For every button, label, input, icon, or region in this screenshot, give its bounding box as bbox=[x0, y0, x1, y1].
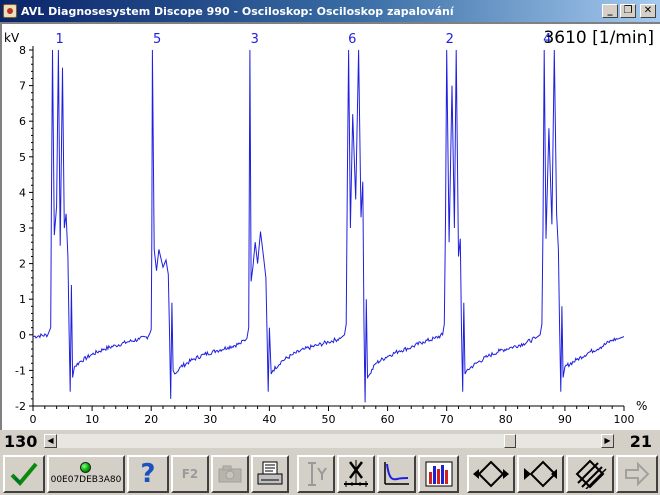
horizontal-scrollbar[interactable]: ◀ ▶ bbox=[44, 434, 614, 448]
camera-button[interactable] bbox=[211, 454, 250, 493]
x-unit-label: % bbox=[636, 399, 647, 413]
f2-button[interactable]: F2 bbox=[170, 454, 210, 493]
confirm-button[interactable] bbox=[3, 454, 45, 493]
zoom-diamond-button[interactable] bbox=[467, 454, 515, 493]
restore-button[interactable]: ❐ bbox=[620, 4, 636, 18]
hatch-diamond-button[interactable] bbox=[566, 454, 615, 493]
connection-led-icon bbox=[80, 462, 92, 473]
scroll-right-arrow-icon[interactable]: ▶ bbox=[601, 434, 614, 448]
shift-diamond-icon bbox=[523, 460, 557, 487]
x-tick-label: 40 bbox=[262, 413, 276, 426]
zoom-diamond-icon bbox=[472, 460, 509, 487]
window-title-bar[interactable]: AVL Diagnosesystem Discope 990 - Oscilos… bbox=[0, 0, 660, 22]
x-tick-label: 90 bbox=[558, 413, 572, 426]
x-tick-label: 70 bbox=[440, 413, 454, 426]
scroll-left-arrow-icon[interactable]: ◀ bbox=[44, 434, 57, 448]
x-tick-label: 60 bbox=[381, 413, 395, 426]
x-tick-label: 10 bbox=[85, 413, 99, 426]
y-tick-label: 3 bbox=[19, 222, 26, 235]
y-tick-label: -2 bbox=[15, 400, 26, 413]
close-button[interactable]: ✕ bbox=[640, 4, 656, 18]
connection-id: 00E07DEB3A80 bbox=[50, 475, 122, 485]
window-title: AVL Diagnosesystem Discope 990 - Oscilos… bbox=[21, 4, 454, 18]
cylinder-marker-label: 6 bbox=[348, 32, 356, 47]
scroll-left-value: 130 bbox=[4, 431, 38, 451]
cursor-y-button[interactable] bbox=[297, 454, 336, 493]
exit-arrow-icon bbox=[625, 461, 650, 486]
rpm-readout: 3610 [1/min] bbox=[543, 28, 654, 48]
x-tick-label: 20 bbox=[144, 413, 158, 426]
time-scroll-row: 130 ◀ ▶ 21 bbox=[0, 431, 660, 451]
connection-status-button[interactable]: 00E07DEB3A80 bbox=[46, 454, 125, 493]
y-tick-label: 7 bbox=[19, 80, 26, 93]
cylinder-marker-label: 3 bbox=[251, 32, 259, 47]
y-tick-label: 2 bbox=[19, 258, 26, 271]
x-tick-label: 30 bbox=[203, 413, 217, 426]
ignition-trace-line bbox=[32, 49, 625, 403]
camera-icon bbox=[218, 465, 242, 482]
exit-button[interactable] bbox=[616, 454, 659, 493]
f2-label: F2 bbox=[181, 466, 199, 481]
cursor-y-icon bbox=[308, 461, 327, 486]
minimize-button[interactable]: _ bbox=[602, 4, 618, 18]
y-tick-label: 8 bbox=[19, 44, 26, 57]
x-tick-label: 80 bbox=[499, 413, 513, 426]
y-tick-label: 1 bbox=[19, 293, 26, 306]
cylinder-marker-label: 1 bbox=[56, 32, 64, 47]
y-unit-label: kV bbox=[4, 31, 20, 45]
help-icon: ? bbox=[140, 458, 156, 489]
x-tick-label: 50 bbox=[322, 413, 336, 426]
oscilloscope-chart[interactable]: -2 -1 0 1 2 3 4 5 6 7 8 kV 0 10 20 30 40 50 60 70 80 90 100% 1 5… bbox=[0, 22, 660, 430]
bar-chart-button[interactable] bbox=[417, 454, 460, 493]
bar-chart-icon bbox=[425, 461, 452, 486]
y-tick-label: -1 bbox=[15, 364, 26, 377]
y-tick-label: 0 bbox=[19, 329, 26, 342]
help-button[interactable]: ? bbox=[126, 454, 169, 493]
app-icon bbox=[3, 4, 17, 18]
check-icon bbox=[10, 462, 38, 486]
curve-icon bbox=[384, 461, 410, 485]
scroll-right-value: 21 bbox=[629, 431, 652, 451]
y-tick-label: 6 bbox=[19, 115, 26, 128]
curve-button[interactable] bbox=[377, 454, 416, 493]
oscilloscope-plot: -2 -1 0 1 2 3 4 5 6 7 8kV 0 10 20 30 40 50 60 70 80 90 100% 1 5… bbox=[4, 31, 647, 426]
cylinder-marker-label: 2 bbox=[446, 32, 454, 47]
hatch-diamond-icon bbox=[575, 459, 607, 489]
x-tick-label: 0 bbox=[30, 413, 37, 426]
y-tick-label: 4 bbox=[19, 186, 26, 199]
print-icon bbox=[257, 461, 283, 484]
bottom-toolbar: 00E07DEB3A80 ? F2 bbox=[0, 452, 660, 495]
shift-diamond-button[interactable] bbox=[516, 454, 565, 493]
scrollbar-thumb[interactable] bbox=[503, 434, 516, 448]
cursor-x-button[interactable] bbox=[337, 454, 376, 493]
print-button[interactable] bbox=[251, 454, 290, 493]
y-tick-label: 5 bbox=[19, 151, 26, 164]
x-tick-label: 100 bbox=[614, 413, 635, 426]
cursor-x-icon bbox=[344, 459, 369, 487]
cylinder-marker-label: 5 bbox=[153, 32, 161, 47]
